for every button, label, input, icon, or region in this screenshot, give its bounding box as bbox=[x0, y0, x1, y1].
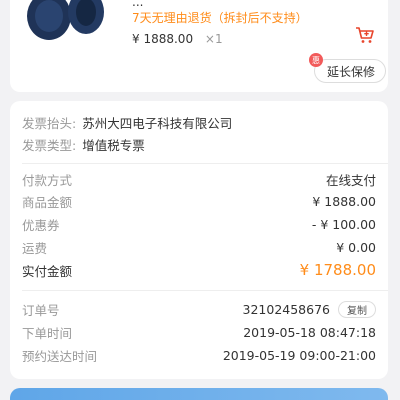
goods-amount-label: 商品金额 bbox=[22, 194, 73, 210]
divider bbox=[22, 163, 388, 164]
product-title: ... bbox=[132, 0, 192, 6]
shipping-value: ¥ 0.00 bbox=[336, 239, 376, 255]
order-number-label: 订单号 bbox=[22, 302, 60, 318]
headphones-image bbox=[24, 0, 110, 42]
invoice-type-value: 增值税专票 bbox=[82, 137, 145, 153]
product-quantity: ×1 bbox=[204, 32, 223, 46]
copy-order-number-button[interactable]: 复制 bbox=[338, 300, 376, 318]
payment-method-value: 在线支付 bbox=[325, 172, 376, 188]
divider bbox=[22, 290, 388, 291]
add-to-cart-button[interactable] bbox=[350, 20, 380, 50]
invoice-header-value: 苏州大四电子科技有限公司 bbox=[82, 115, 233, 131]
paid-amount-value: ¥ 1788.00 bbox=[299, 261, 376, 279]
paid-amount-row: 实付金额 ¥ 1788.00 bbox=[22, 260, 376, 280]
return-policy-text: 7天无理由退货（拆封后不支持） bbox=[132, 11, 308, 25]
payment-method-label: 付款方式 bbox=[22, 172, 73, 188]
invoice-header-label: 发票抬头: bbox=[22, 115, 77, 131]
product-price: ¥ 1888.00 bbox=[132, 32, 194, 46]
promo-banner[interactable] bbox=[10, 388, 388, 400]
payment-method-row: 付款方式 在线支付 bbox=[22, 169, 376, 189]
extend-warranty-button[interactable]: 惠 延长保修 bbox=[309, 53, 387, 83]
goods-amount-row: 商品金额 ¥ 1888.00 bbox=[22, 191, 376, 211]
invoice-type-row: 发票类型: 增值税专票 bbox=[22, 134, 376, 154]
product-card[interactable]: ... 7天无理由退货（拆封后不支持） ¥ 1888.00 ×1 惠 延长保修 bbox=[10, 0, 388, 92]
order-number-row: 订单号 32102458676 复制 bbox=[22, 299, 376, 319]
order-time-row: 下单时间 2019-05-18 08:47:18 bbox=[22, 322, 376, 342]
goods-amount-value: ¥ 1888.00 bbox=[312, 193, 376, 209]
delivery-time-label: 预约送达时间 bbox=[22, 348, 98, 364]
coupon-row: 优惠券 - ¥ 100.00 bbox=[22, 214, 376, 234]
order-number-value: 32102458676 bbox=[242, 301, 330, 317]
discount-badge: 惠 bbox=[309, 53, 323, 67]
order-info-card: 发票抬头: 苏州大四电子科技有限公司 发票类型: 增值税专票 付款方式 在线支付… bbox=[10, 101, 388, 379]
paid-amount-label: 实付金额 bbox=[22, 263, 73, 279]
product-image[interactable] bbox=[24, 0, 110, 42]
order-time-value: 2019-05-18 08:47:18 bbox=[243, 324, 376, 340]
shipping-label: 运费 bbox=[22, 240, 48, 256]
shipping-row: 运费 ¥ 0.00 bbox=[22, 237, 376, 257]
order-time-label: 下单时间 bbox=[22, 325, 73, 341]
delivery-time-value: 2019-05-19 09:00-21:00 bbox=[222, 347, 376, 363]
extend-warranty-label: 延长保修 bbox=[327, 64, 376, 79]
coupon-label: 优惠券 bbox=[22, 217, 60, 233]
invoice-header-row: 发票抬头: 苏州大四电子科技有限公司 bbox=[22, 112, 376, 132]
product-price-line: ¥ 1888.00 ×1 bbox=[132, 32, 223, 46]
invoice-type-label: 发票类型: bbox=[22, 137, 77, 153]
cart-icon bbox=[356, 27, 374, 43]
coupon-value: - ¥ 100.00 bbox=[311, 216, 376, 232]
delivery-time-row: 预约送达时间 2019-05-19 09:00-21:00 bbox=[22, 345, 376, 365]
